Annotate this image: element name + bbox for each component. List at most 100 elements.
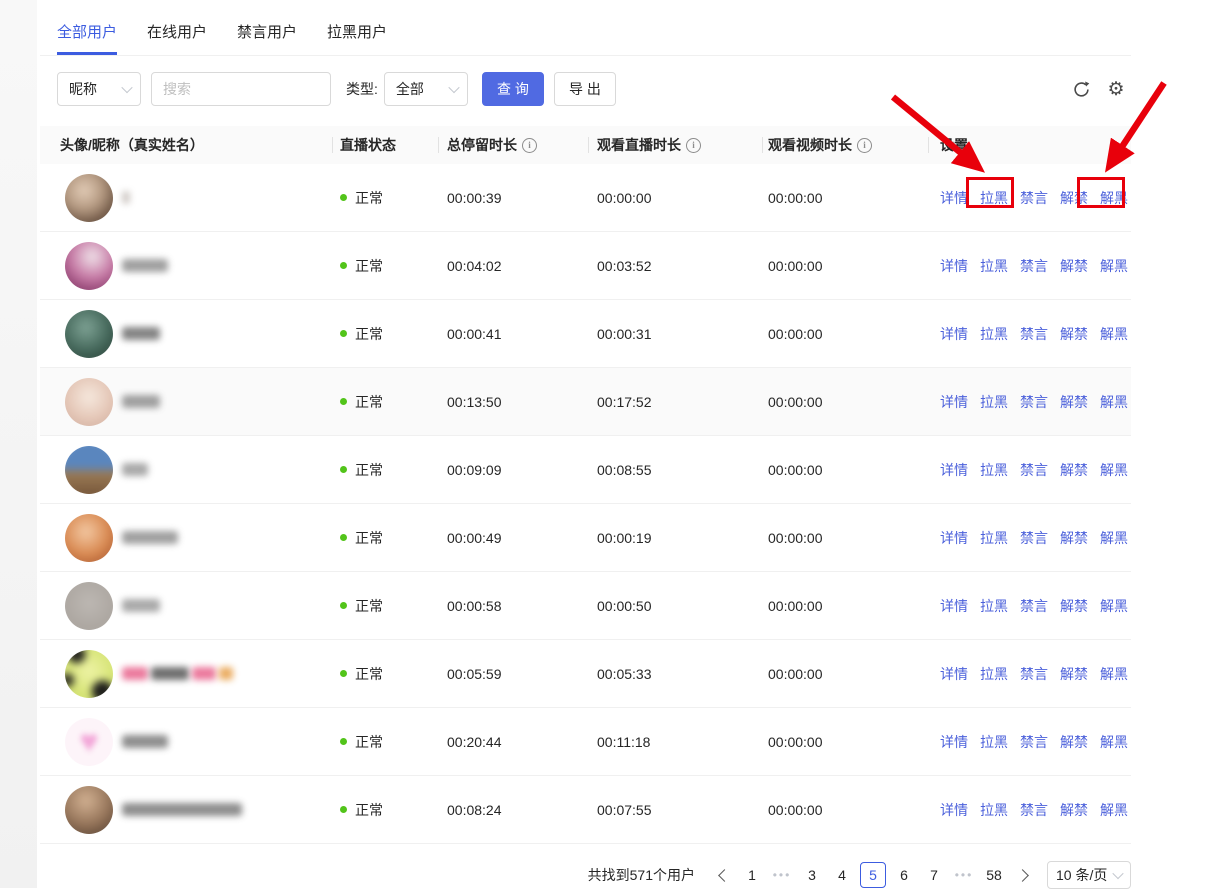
page-ellipsis[interactable]: •••	[770, 861, 794, 889]
page-number-1[interactable]: 1	[740, 861, 764, 889]
blacklist-link[interactable]: 拉黑	[980, 528, 1008, 548]
column-header-label: 设置	[940, 135, 968, 155]
tab-blacklisted-users[interactable]: 拉黑用户	[327, 21, 387, 55]
status-label: 正常	[355, 528, 383, 548]
blacklist-link[interactable]: 拉黑	[980, 256, 1008, 276]
table-row: 正常00:08:2400:07:5500:00:00详情拉黑禁言解禁解黑	[40, 776, 1131, 844]
watch-live-cell: 00:07:55	[588, 802, 762, 818]
live-status-cell: 正常	[332, 460, 438, 480]
detail-link[interactable]: 详情	[940, 732, 968, 752]
page-number-3[interactable]: 3	[800, 861, 824, 889]
column-header: 头像/昵称（真实姓名）	[40, 126, 332, 164]
mute-link[interactable]: 禁言	[1020, 528, 1048, 548]
blacklist-link[interactable]: 拉黑	[980, 392, 1008, 412]
user-management-page: 全部用户在线用户禁言用户拉黑用户 昵称 类型: 全部 查 询 导 出 ⚙	[40, 0, 1131, 891]
column-header: 观看视频时长	[762, 126, 928, 164]
blacklist-link[interactable]: 拉黑	[980, 460, 1008, 480]
chevron-down-icon	[448, 82, 459, 93]
blacklist-link[interactable]: 拉黑	[980, 596, 1008, 616]
refresh-icon[interactable]	[1070, 78, 1092, 100]
info-icon[interactable]	[686, 138, 701, 153]
detail-link[interactable]: 详情	[940, 460, 968, 480]
page-number-7[interactable]: 7	[922, 861, 946, 889]
user-name-redacted	[122, 735, 168, 748]
unblacklist-link[interactable]: 解黑	[1100, 664, 1128, 684]
detail-link[interactable]: 详情	[940, 800, 968, 820]
blacklist-link[interactable]: 拉黑	[980, 732, 1008, 752]
watch-live-cell: 00:00:31	[588, 326, 762, 342]
detail-link[interactable]: 详情	[940, 256, 968, 276]
blacklist-link[interactable]: 拉黑	[980, 324, 1008, 344]
table-body: 正常00:00:3900:00:0000:00:00详情拉黑禁言解禁解黑正常00…	[40, 164, 1131, 844]
detail-link[interactable]: 详情	[940, 188, 968, 208]
chevron-left-icon	[718, 869, 731, 882]
mute-link[interactable]: 禁言	[1020, 392, 1048, 412]
live-status-cell: 正常	[332, 324, 438, 344]
watch-live-cell: 00:00:00	[588, 190, 762, 206]
unmute-link[interactable]: 解禁	[1060, 528, 1088, 548]
settings-gear-icon[interactable]: ⚙	[1105, 78, 1127, 100]
unblacklist-link[interactable]: 解黑	[1100, 460, 1128, 480]
export-button[interactable]: 导 出	[554, 72, 616, 106]
unblacklist-link[interactable]: 解黑	[1100, 800, 1128, 820]
total-stay-cell: 00:00:58	[438, 598, 588, 614]
prev-page-icon[interactable]	[710, 861, 734, 889]
status-dot-icon	[340, 330, 347, 337]
unmute-link[interactable]: 解禁	[1060, 256, 1088, 276]
query-button[interactable]: 查 询	[482, 72, 544, 106]
mute-link[interactable]: 禁言	[1020, 324, 1048, 344]
mute-link[interactable]: 禁言	[1020, 664, 1048, 684]
unmute-link[interactable]: 解禁	[1060, 188, 1088, 208]
avatar	[65, 446, 113, 494]
table-tools: ⚙	[1070, 78, 1131, 100]
unmute-link[interactable]: 解禁	[1060, 664, 1088, 684]
search-input[interactable]	[151, 72, 331, 106]
tab-all-users[interactable]: 全部用户	[57, 21, 117, 55]
blacklist-link[interactable]: 拉黑	[980, 800, 1008, 820]
column-header: 观看直播时长	[588, 126, 762, 164]
unmute-link[interactable]: 解禁	[1060, 324, 1088, 344]
mute-link[interactable]: 禁言	[1020, 732, 1048, 752]
type-select[interactable]: 全部	[384, 72, 468, 106]
mute-link[interactable]: 禁言	[1020, 596, 1048, 616]
mute-link[interactable]: 禁言	[1020, 460, 1048, 480]
page-number-58[interactable]: 58	[982, 861, 1006, 889]
type-label: 类型:	[346, 79, 378, 99]
info-icon[interactable]	[522, 138, 537, 153]
unmute-link[interactable]: 解禁	[1060, 392, 1088, 412]
detail-link[interactable]: 详情	[940, 324, 968, 344]
watch-live-cell: 00:08:55	[588, 462, 762, 478]
unmute-link[interactable]: 解禁	[1060, 596, 1088, 616]
unblacklist-link[interactable]: 解黑	[1100, 188, 1128, 208]
unmute-link[interactable]: 解禁	[1060, 732, 1088, 752]
page-number-5[interactable]: 5	[860, 862, 886, 888]
unblacklist-link[interactable]: 解黑	[1100, 392, 1128, 412]
field-select[interactable]: 昵称	[57, 72, 141, 106]
user-cell	[40, 514, 332, 562]
unmute-link[interactable]: 解禁	[1060, 460, 1088, 480]
tab-online-users[interactable]: 在线用户	[147, 21, 207, 55]
tab-muted-users[interactable]: 禁言用户	[237, 21, 297, 55]
detail-link[interactable]: 详情	[940, 392, 968, 412]
detail-link[interactable]: 详情	[940, 664, 968, 684]
mute-link[interactable]: 禁言	[1020, 800, 1048, 820]
mute-link[interactable]: 禁言	[1020, 188, 1048, 208]
page-number-4[interactable]: 4	[830, 861, 854, 889]
unblacklist-link[interactable]: 解黑	[1100, 256, 1128, 276]
unblacklist-link[interactable]: 解黑	[1100, 732, 1128, 752]
unblacklist-link[interactable]: 解黑	[1100, 528, 1128, 548]
info-icon[interactable]	[857, 138, 872, 153]
next-page-icon[interactable]	[1012, 861, 1036, 889]
page-number-6[interactable]: 6	[892, 861, 916, 889]
detail-link[interactable]: 详情	[940, 528, 968, 548]
blacklist-link[interactable]: 拉黑	[980, 188, 1008, 208]
unmute-link[interactable]: 解禁	[1060, 800, 1088, 820]
blacklist-link[interactable]: 拉黑	[980, 664, 1008, 684]
page-ellipsis[interactable]: •••	[952, 861, 976, 889]
unblacklist-link[interactable]: 解黑	[1100, 324, 1128, 344]
unblacklist-link[interactable]: 解黑	[1100, 596, 1128, 616]
page-size-select[interactable]: 10 条/页	[1047, 861, 1131, 889]
status-label: 正常	[355, 188, 383, 208]
mute-link[interactable]: 禁言	[1020, 256, 1048, 276]
detail-link[interactable]: 详情	[940, 596, 968, 616]
